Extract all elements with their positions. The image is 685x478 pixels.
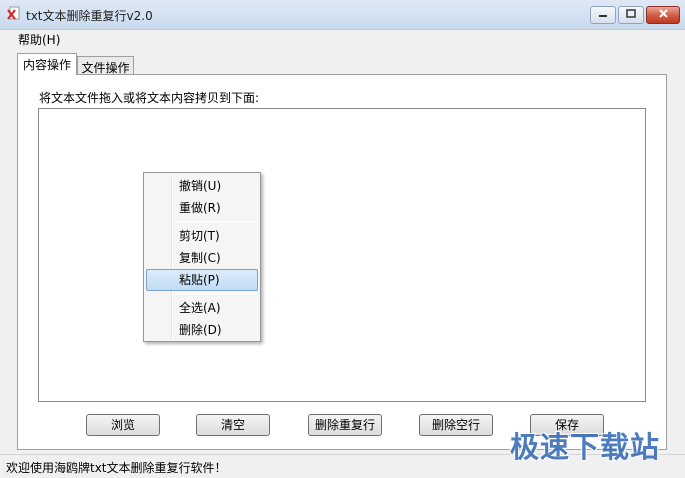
menu-item-redo[interactable]: 重做(R) — [146, 197, 258, 219]
tab-file-ops[interactable]: 文件操作 — [77, 56, 134, 76]
menu-bar: 帮助(H) — [0, 30, 685, 49]
menu-item-paste[interactable]: 粘贴(P) — [146, 269, 258, 291]
menu-help[interactable]: 帮助(H) — [17, 31, 61, 48]
app-icon[interactable] — [6, 6, 22, 22]
minimize-button[interactable] — [590, 6, 616, 24]
status-text: 欢迎使用海鸥牌txt文本删除重复行软件！ — [6, 461, 227, 475]
context-menu: 撤销(U) 重做(R) 剪切(T) 复制(C) 粘贴(P) 全选(A) 删除(D… — [143, 172, 261, 342]
watermark-logo: 极速下载站 — [510, 430, 661, 464]
close-button[interactable] — [646, 6, 680, 24]
tab-panel: 将文本文件拖入或将文本内容拷贝到下面: 浏览 清空 删除重复行 删除空行 保存 — [17, 74, 667, 450]
instruction-label: 将文本文件拖入或将文本内容拷贝到下面: — [39, 91, 260, 105]
text-content-area[interactable] — [38, 108, 646, 402]
browse-button[interactable]: 浏览 — [86, 414, 160, 436]
tab-content-ops[interactable]: 内容操作 — [17, 53, 77, 75]
menu-item-cut[interactable]: 剪切(T) — [146, 225, 258, 247]
clear-button[interactable]: 清空 — [196, 414, 270, 436]
menu-item-undo[interactable]: 撤销(U) — [146, 175, 258, 197]
minimize-icon — [598, 8, 608, 22]
close-icon — [658, 8, 669, 22]
remove-duplicates-button[interactable]: 删除重复行 — [308, 414, 382, 436]
menu-item-delete[interactable]: 删除(D) — [146, 319, 258, 341]
maximize-icon — [626, 8, 636, 22]
main-window: 帮助(H) 内容操作 文件操作 将文本文件拖入或将文本内容拷贝到下面: 浏览 清… — [0, 30, 685, 478]
menu-separator — [175, 293, 258, 294]
menu-item-copy[interactable]: 复制(C) — [146, 247, 258, 269]
title-bar[interactable]: txt文本删除重复行v2.0 — [0, 0, 685, 30]
remove-blank-lines-button[interactable]: 删除空行 — [419, 414, 493, 436]
window-title: txt文本删除重复行v2.0 — [26, 9, 153, 23]
menu-item-select-all[interactable]: 全选(A) — [146, 297, 258, 319]
maximize-button[interactable] — [618, 6, 644, 24]
menu-separator — [175, 221, 258, 222]
